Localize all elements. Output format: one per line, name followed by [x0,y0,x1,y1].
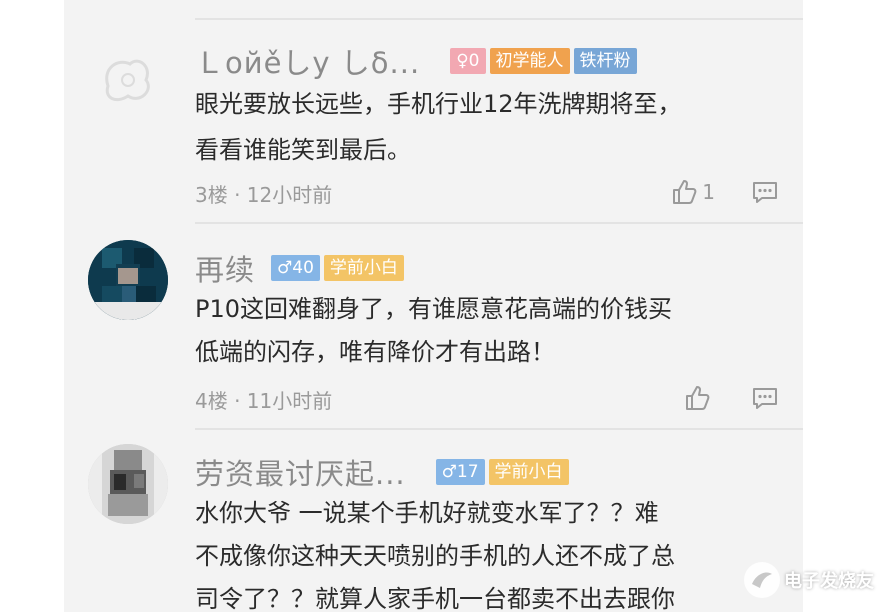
comment-line: 低端的闪存，唯有降价才有出路！ [195,338,555,366]
divider [195,222,803,224]
level-badge: ♂17 [435,459,485,485]
level-badge: ♀0 [450,48,486,74]
comment-line: 看看谁能笑到最后。 [195,136,411,164]
avatar[interactable] [88,444,168,524]
comment-line: 水你大爷 一说某个手机好就变水军了？？难 [195,499,659,527]
divider [195,18,803,20]
comment-text: P10这回难翻身了，有谁愿意花高端的价钱买 低端的闪存，唯有降价才有出路！ [195,294,783,368]
comment-line: P10这回难翻身了，有谁愿意花高端的价钱买 [195,295,673,323]
comment-text: 眼光要放长远些，手机行业12年洗牌期将至， 看看谁能笑到最后。 [195,89,783,166]
reply-button[interactable] [751,178,779,206]
fan-badge: 铁杆粉 [573,48,637,74]
floor-time: 4楼 · 11小时前 [195,388,333,413]
comment-actions: 1 [670,178,779,206]
divider [195,428,803,430]
reply-button[interactable] [751,384,779,412]
avatar[interactable] [88,240,168,320]
like-button[interactable] [683,384,715,412]
comment-line: 眼光要放长远些，手机行业12年洗牌期将至， [195,90,682,118]
comment-bubble-icon [751,384,779,412]
watermark-text: 电子发烧友 [784,571,874,592]
comment-line: 司令了？？就算人家手机一台都卖不出去跟你 [195,585,675,612]
comment-header: Ｌoйěしy しδ... ♀0 初学能人 铁杆粉 [195,41,793,81]
comment-actions [683,384,779,412]
title-badge: 学前小白 [323,255,404,281]
comment-header: 再续 ♂40 学前小白 [195,248,793,288]
username[interactable]: Ｌoйěしy しδ... [195,40,420,82]
thumbs-up-icon [670,178,698,206]
thumbs-up-icon [683,384,711,412]
watermark-logo-icon [744,562,780,598]
title-badge: 初学能人 [489,48,570,74]
title-badge: 学前小白 [488,459,569,485]
watermark: 电子发烧友 [744,558,894,602]
comment-list: Ｌoйěしy しδ... ♀0 初学能人 铁杆粉 眼光要放长远些，手机行业12年… [64,0,803,612]
comment-text: 水你大爷 一说某个手机好就变水军了？？难 不成像你这种天天喷别的手机的人还不成了… [195,498,783,612]
username[interactable]: 再续 [195,247,255,289]
comment-header: 劳资最讨厌起... ♂17 学前小白 [195,452,793,492]
like-button[interactable]: 1 [670,178,715,206]
level-badge: ♂40 [271,255,320,281]
comment-line: 不成像你这种天天喷别的手机的人还不成了总 [195,542,675,570]
like-count: 1 [702,180,715,204]
username[interactable]: 劳资最讨厌起... [195,451,406,493]
comment-bubble-icon [751,178,779,206]
avatar[interactable] [88,38,168,118]
floor-time: 3楼 · 12小时前 [195,182,333,207]
